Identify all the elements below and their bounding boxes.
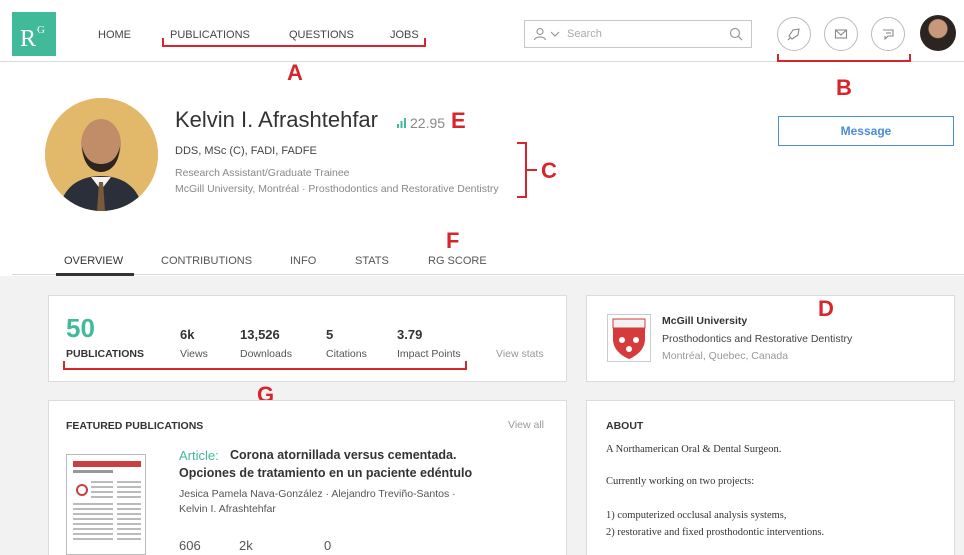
about-line-2: Currently working on two projects: <box>606 476 755 487</box>
publication-reads: 606 <box>179 538 201 553</box>
search-input[interactable] <box>567 26 717 42</box>
institution-department[interactable]: Prosthodontics and Restorative Dentistry <box>662 333 852 345</box>
stat-impact-value: 3.79 <box>397 327 423 342</box>
annotation-bracket-a <box>162 38 426 47</box>
envelope-icon <box>834 29 848 39</box>
search-box[interactable] <box>524 20 752 48</box>
profile-photo[interactable] <box>45 98 158 211</box>
annotation-bracket-b <box>777 54 911 62</box>
mcgill-crest-logo[interactable] <box>607 314 651 362</box>
user-avatar[interactable] <box>920 15 956 51</box>
publication-title-line2[interactable]: Opciones de tratamiento en un paciente e… <box>179 466 472 480</box>
stat-views-label: Views <box>180 348 208 360</box>
institution-location: Montréal, Quebec, Canada <box>662 350 789 362</box>
view-all-link[interactable]: View all <box>508 419 544 431</box>
annotation-label-b: B <box>836 75 852 100</box>
message-button[interactable]: Message <box>778 116 954 146</box>
tabs-divider <box>12 274 964 275</box>
notifications-button[interactable] <box>777 17 811 51</box>
annotation-label-f: F <box>446 228 460 253</box>
publication-title-line1[interactable]: Corona atornillada versus cementada. <box>230 448 456 462</box>
bell-icon <box>787 28 800 41</box>
publication-authors-line2[interactable]: Kelvin I. Afrashtehfar <box>179 503 276 515</box>
publication-thumbnail[interactable] <box>66 454 146 555</box>
stat-citations-value: 5 <box>326 327 334 342</box>
rg-score-value[interactable]: 22.95 <box>410 115 445 131</box>
publication-type: Article: <box>179 448 219 463</box>
profile-name[interactable]: Kelvin I. Afrashtehfar <box>175 107 378 133</box>
publication-authors-line1[interactable]: Jesica Pamela Nava-González · Alejandro … <box>179 488 456 500</box>
profile-position: Research Assistant/Graduate Trainee <box>175 167 350 179</box>
publications-label[interactable]: PUBLICATIONS <box>66 348 144 360</box>
annotation-bracket-c-tick <box>527 169 537 171</box>
publication-downloads: 2k <box>239 538 253 553</box>
annotation-bracket-g <box>63 361 467 370</box>
annotation-bracket-c <box>517 142 527 198</box>
user-icon[interactable] <box>533 27 547 41</box>
search-icon[interactable] <box>729 27 743 41</box>
publication-citations: 0 <box>324 538 332 553</box>
tab-stats[interactable]: STATS <box>355 255 389 267</box>
tab-info[interactable]: INFO <box>290 255 316 267</box>
profile-affiliation[interactable]: McGill University, Montréal · Prosthodon… <box>175 183 499 195</box>
annotation-label-e: E <box>451 108 466 133</box>
requests-button[interactable] <box>871 17 905 51</box>
tab-overview[interactable]: OVERVIEW <box>64 255 123 267</box>
nav-home[interactable]: HOME <box>98 29 131 41</box>
featured-publications-title: FEATURED PUBLICATIONS <box>66 420 204 432</box>
tab-rg-score[interactable]: RG SCORE <box>428 255 487 267</box>
stat-citations-label: Citations <box>326 348 367 360</box>
stat-downloads-label: Downloads <box>240 348 292 360</box>
profile-portrait-image <box>45 98 158 211</box>
document-preview-image <box>67 455 145 554</box>
annotation-label-c: C <box>541 158 557 183</box>
annotation-label-a: A <box>287 60 303 85</box>
publications-count[interactable]: 50 <box>66 313 95 344</box>
crest-icon <box>612 318 646 359</box>
about-line-1: A Northamerican Oral & Dental Surgeon. <box>606 444 782 455</box>
stat-impact-label: Impact Points <box>397 348 461 360</box>
messages-button[interactable] <box>824 17 858 51</box>
rg-score-bars-icon <box>397 118 406 128</box>
profile-degrees: DDS, MSc (C), FADI, FADFE <box>175 145 317 157</box>
about-line-4: 2) restorative and fixed prosthodontic i… <box>606 527 825 538</box>
about-line-3: 1) computerized occlusal analysis system… <box>606 510 787 521</box>
researchgate-logo[interactable]: RG <box>12 12 56 56</box>
chevron-down-icon[interactable] <box>550 29 560 39</box>
annotation-label-d: D <box>818 296 834 321</box>
stat-views-value: 6k <box>180 327 195 342</box>
institution-name[interactable]: McGill University <box>662 315 747 327</box>
speech-bubble-icon <box>883 29 894 41</box>
stat-downloads-value: 13,526 <box>240 327 280 342</box>
about-title: ABOUT <box>606 420 644 432</box>
view-stats-link[interactable]: View stats <box>496 348 544 360</box>
top-navigation-bar: RG HOME PUBLICATIONS QUESTIONS JOBS <box>0 0 964 62</box>
tab-contributions[interactable]: CONTRIBUTIONS <box>161 255 252 267</box>
